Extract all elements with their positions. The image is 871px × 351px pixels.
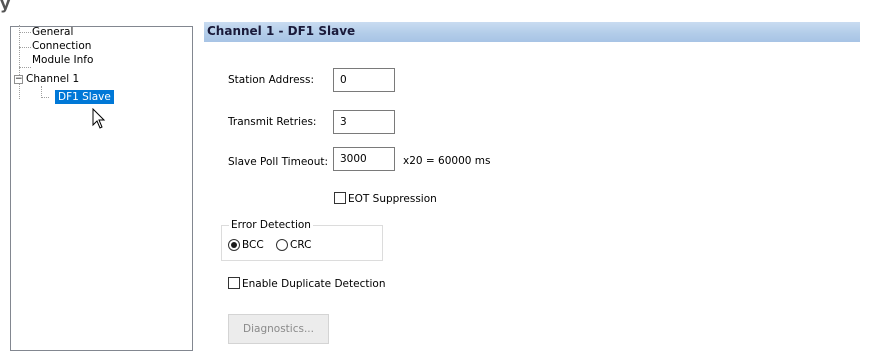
tree-connector-line (41, 97, 49, 98)
section-header: Channel 1 - DF1 Slave (204, 22, 860, 43)
crc-label: CRC (290, 239, 312, 251)
error-detection-label: Error Detection (229, 219, 313, 231)
slave-poll-timeout-label: Slave Poll Timeout: (228, 156, 329, 168)
eot-suppression-label: EOT Suppression (348, 193, 437, 205)
station-address-input[interactable] (333, 68, 395, 92)
tree-collapse-icon[interactable]: − (14, 75, 23, 84)
station-address-label: Station Address: (228, 74, 315, 86)
timeout-calculation-text: x20 = 60000 ms (403, 155, 491, 167)
radio-selected-dot (231, 242, 237, 248)
tree-item-channel-1[interactable]: Channel 1 (26, 73, 79, 86)
tree-connector-line (19, 67, 31, 68)
navigation-tree[interactable]: General Connection Module Info − Channel… (10, 25, 193, 351)
partial-window-title: y (0, 0, 11, 13)
crc-radio[interactable] (276, 239, 288, 251)
mouse-pointer-icon (92, 108, 106, 129)
error-detection-group: Error Detection BCC CRC (221, 219, 383, 261)
section-title: Channel 1 - DF1 Slave (207, 24, 356, 38)
tree-item-connection[interactable]: Connection (32, 40, 91, 53)
tree-item-module-info[interactable]: Module Info (32, 54, 93, 67)
bcc-label: BCC (242, 239, 264, 251)
bcc-radio[interactable] (228, 239, 240, 251)
transmit-retries-label: Transmit Retries: (228, 116, 317, 128)
tree-connector-line (19, 32, 31, 33)
tree-item-general[interactable]: General (32, 26, 73, 39)
transmit-retries-input[interactable] (333, 110, 395, 134)
tree-connector-line (19, 25, 20, 99)
eot-suppression-checkbox[interactable] (334, 192, 346, 204)
tree-connector-line (19, 47, 31, 48)
tree-item-df1-slave[interactable]: DF1 Slave (55, 90, 114, 104)
enable-duplicate-detection-label: Enable Duplicate Detection (242, 278, 386, 290)
diagnostics-button[interactable]: Diagnostics... (228, 314, 329, 344)
slave-poll-timeout-input[interactable] (333, 147, 395, 171)
enable-duplicate-detection-checkbox[interactable] (228, 277, 240, 289)
